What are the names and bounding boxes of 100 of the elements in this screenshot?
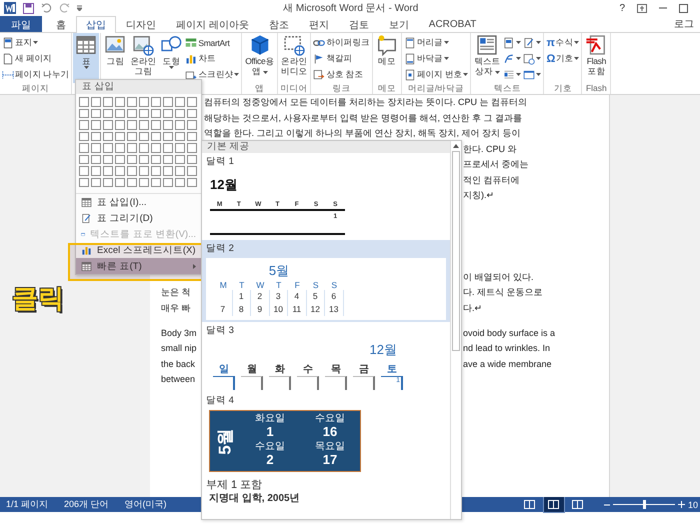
zoom-percent[interactable]: 10 xyxy=(688,500,698,510)
group-label: 기호 xyxy=(552,83,573,94)
group-label: 머리글/바닥글 xyxy=(406,83,466,94)
caret-icon xyxy=(536,73,542,76)
caret-icon xyxy=(234,73,240,76)
date-time-icon xyxy=(523,52,536,64)
save-icon[interactable] xyxy=(23,2,34,14)
ribbon-button[interactable]: 상호 참조 xyxy=(312,67,371,82)
chart-icon xyxy=(81,244,92,256)
ribbon-button[interactable] xyxy=(522,51,542,66)
ribbon-tab[interactable]: 홈 xyxy=(46,16,76,32)
word-logo-icon[interactable] xyxy=(4,2,16,14)
ribbon-tab[interactable]: 페이지 레이아웃 xyxy=(166,16,259,32)
menu-item[interactable]: 표 삽입(I)... xyxy=(76,194,201,210)
ribbon-button[interactable]: 페이지 나누기 xyxy=(1,67,70,82)
view-layout-icon xyxy=(572,500,584,509)
ribbon-button[interactable]: π수식 xyxy=(545,35,580,50)
document-text: small nip xyxy=(161,343,197,354)
caret-icon xyxy=(444,41,449,44)
ribbon-button[interactable]: 도형 xyxy=(158,33,184,83)
gallery-item[interactable]: 달력 2 5월 M T W T F S S 1 2 3 4 5 6 7 8 9 10 11 12 13 xyxy=(202,240,450,322)
caret-icon xyxy=(516,73,522,76)
ribbon-tab[interactable]: 보기 xyxy=(378,16,419,32)
ribbon-button[interactable]: 표지 xyxy=(1,35,70,50)
table-icon xyxy=(81,196,92,208)
document-text: 해당하는 것으로서, 사용자로부터 입력 받은 명령어를 해석, 연산한 후 그 결과를 xyxy=(204,112,522,125)
document-text: 컴퓨터의 정중앙에서 모든 데이터를 처리하는 장치라는 뜻이다. CPU 는 컴퓨터의 xyxy=(204,96,528,110)
ribbon-button[interactable]: 페이지 번호 xyxy=(402,67,470,82)
ribbon-button[interactable]: 스크린샷 xyxy=(184,67,240,82)
cube-icon xyxy=(248,34,271,56)
table-icon xyxy=(75,34,98,56)
caret-icon xyxy=(444,57,449,60)
caret-icon xyxy=(536,57,542,60)
group-label: 미디어 xyxy=(280,83,309,94)
calendar-preview: 5월 M T W T F S S 1 2 3 4 5 6 7 8 9 10 11 12 13 xyxy=(206,258,446,320)
menu-item[interactable]: 표 그리기(D) xyxy=(76,210,201,226)
ribbon-display-icon[interactable] xyxy=(637,4,647,12)
ribbon-button[interactable]: Flash 포함 xyxy=(583,33,610,83)
maximize-icon[interactable] xyxy=(679,4,688,12)
ribbon-button[interactable]: 머리글 xyxy=(402,35,470,50)
menu-item[interactable]: Excel 스프레드시트(X) xyxy=(76,242,201,258)
menu-item[interactable]: 빠른 표(T) xyxy=(76,258,201,274)
group-label: 앱 xyxy=(254,83,266,94)
zoom-in-icon[interactable] xyxy=(678,501,685,508)
ribbon-button[interactable]: 새 페이지 xyxy=(1,51,70,66)
ribbon-tab[interactable]: ACROBAT xyxy=(418,16,486,32)
ribbon-button[interactable]: 메모 xyxy=(374,33,400,83)
wordart-icon xyxy=(503,52,516,64)
minimize-icon[interactable] xyxy=(659,7,667,9)
page-number-icon xyxy=(404,68,416,80)
ribbon-button[interactable]: Ω기호 xyxy=(545,51,580,66)
undo-icon[interactable] xyxy=(41,3,52,13)
gallery-item[interactable]: 부제 1 포함 지명대 입학, 2005년 xyxy=(202,475,450,507)
ribbon-tab[interactable]: 삽입 xyxy=(76,16,116,33)
ribbon-button[interactable]: Office용 앱 xyxy=(243,33,276,83)
document-text: 다.↵ xyxy=(463,302,482,315)
click-annotation: 클릭 xyxy=(12,282,64,315)
document-text: 매우 빠 xyxy=(161,302,191,313)
chart-icon xyxy=(185,52,198,64)
ribbon-tab[interactable]: 파일 xyxy=(0,16,42,32)
ribbon-button[interactable]: 표 xyxy=(73,33,100,83)
gallery-item[interactable]: 달력 4 5월 화요일 1 수요일 16 수요일 2 목요일 17 xyxy=(202,392,450,475)
ribbon-button[interactable]: 온라인 비디오 xyxy=(279,33,310,83)
ribbon-tab[interactable]: 참조 xyxy=(258,16,299,32)
ribbon-button[interactable]: 텍스트 상자 xyxy=(472,33,502,83)
status-text: 영어(미국) xyxy=(124,498,167,511)
ribbon-button[interactable]: 책갈피 xyxy=(312,51,371,66)
sign-in-link[interactable]: 로그 xyxy=(674,16,700,32)
quick-parts-icon xyxy=(503,36,516,48)
scroll-up-icon[interactable] xyxy=(453,144,459,148)
document-text: 이 배열되어 있다. xyxy=(463,270,534,284)
gallery-header: 기본 제공 xyxy=(202,141,450,153)
object-icon xyxy=(523,68,536,80)
table-icon xyxy=(81,260,92,272)
ribbon-button[interactable]: SmartArt xyxy=(184,35,240,50)
footer-icon xyxy=(404,52,416,64)
document-text: the back xyxy=(161,358,196,369)
ribbon-button[interactable]: 바닥글 xyxy=(402,51,470,66)
view-button[interactable] xyxy=(544,497,564,512)
view-layout-icon xyxy=(524,500,536,509)
ribbon-button[interactable]: 하이퍼링크 xyxy=(312,35,371,50)
table-size-grid[interactable] xyxy=(76,94,201,194)
page-break-icon xyxy=(2,68,14,80)
caret-icon xyxy=(262,71,268,74)
ribbon-tab[interactable]: 편지 xyxy=(298,16,339,32)
document-text: 다. 제트식 운동으로 xyxy=(463,286,543,300)
zoom-thumb[interactable] xyxy=(642,500,646,509)
ribbon-button[interactable]: 차트 xyxy=(184,51,240,66)
help-button[interactable]: ? xyxy=(619,2,625,14)
group-label: 텍스트 xyxy=(492,83,522,94)
scrollbar-thumb[interactable] xyxy=(452,151,460,351)
ribbon-tab[interactable]: 검토 xyxy=(338,16,379,32)
document-text: Body 3m xyxy=(161,328,197,338)
document-text: 역할을 한다. 그리고 이렇게 하나의 부품에 연산 장치, 해독 장치, 제어 장치 등이 xyxy=(204,127,521,140)
document-text: ave a wide membrane xyxy=(463,358,552,369)
ribbon-tab[interactable]: 디자인 xyxy=(116,16,166,32)
caret-icon xyxy=(33,41,38,44)
customize-icon[interactable] xyxy=(77,5,82,11)
ribbon-button[interactable] xyxy=(522,35,542,50)
ribbon-button[interactable] xyxy=(502,35,522,50)
